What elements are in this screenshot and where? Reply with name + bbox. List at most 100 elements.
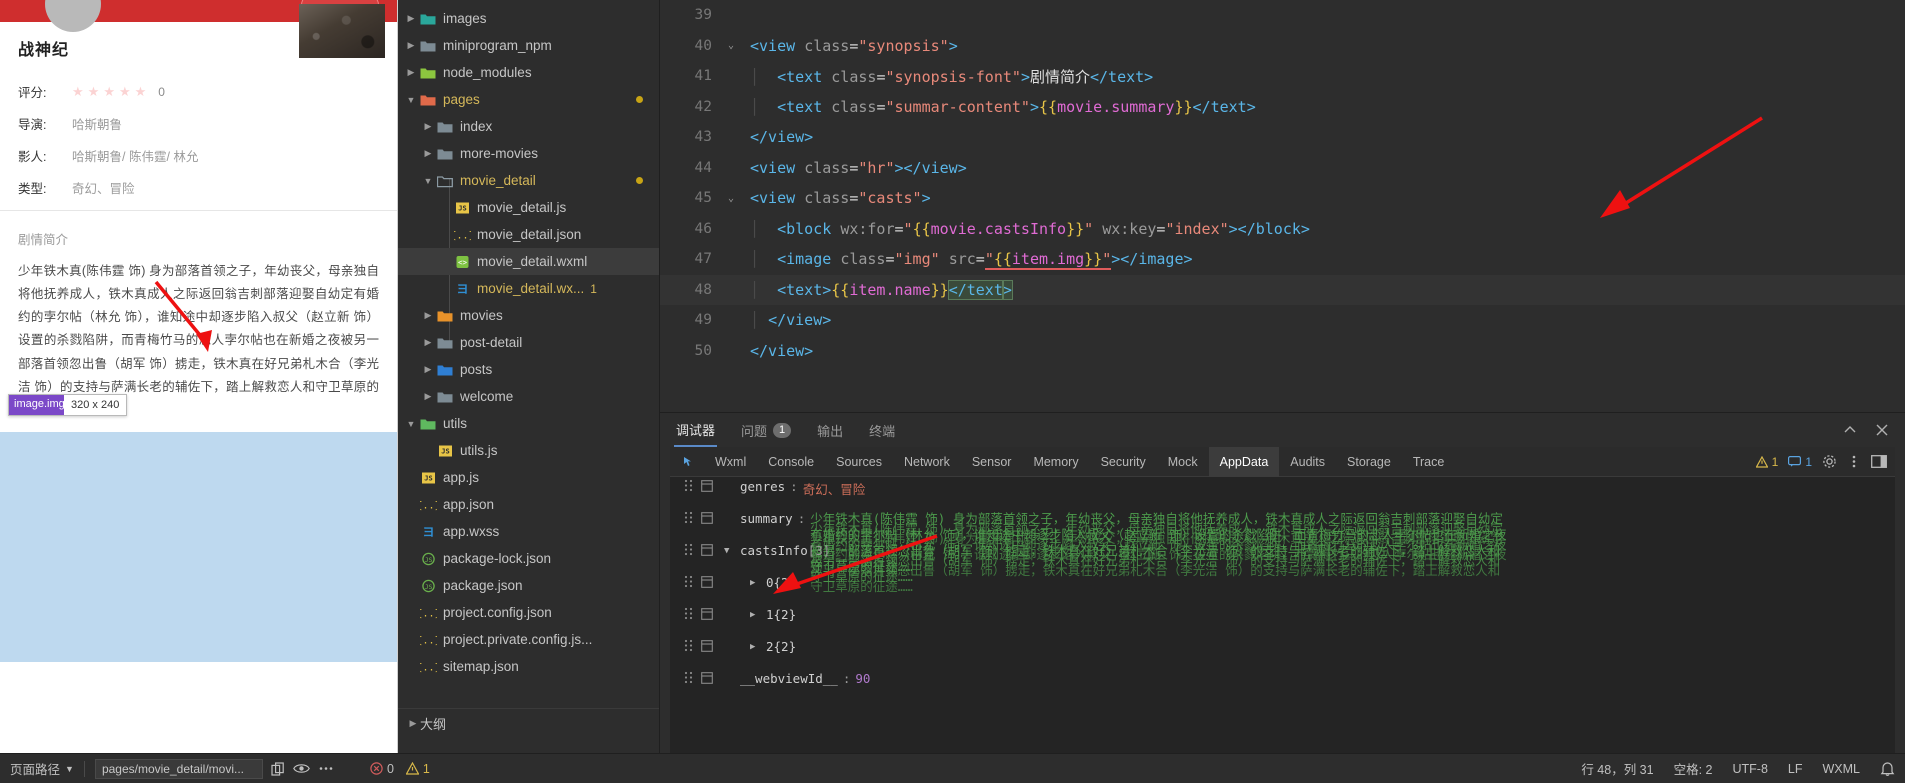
edit-value-icon[interactable] xyxy=(701,511,713,524)
appdata-row-controls[interactable] xyxy=(670,511,718,524)
inspect-element-icon[interactable] xyxy=(674,455,704,469)
chevron-right-icon[interactable]: ▶ xyxy=(421,364,435,375)
appdata-row[interactable]: __webviewId__:90 xyxy=(670,671,1895,703)
appdata-tree[interactable]: genres: 奇幻、冒险 summary: 少年铁木真(陈伟霆 饰) 身为部落首领… xyxy=(670,477,1895,773)
file-tree-item-utils[interactable]: ▼ utils xyxy=(398,410,659,437)
file-tree-item-more-movies[interactable]: ▶ more-movies xyxy=(398,140,659,167)
chevron-right-icon[interactable]: ▶ xyxy=(421,310,435,321)
file-tree-item-project-private-config-js-[interactable]: {..} project.private.config.js... xyxy=(398,626,659,653)
file-tree-item-post-detail[interactable]: ▶ post-detail xyxy=(398,329,659,356)
page-path-input[interactable] xyxy=(94,758,263,779)
ellipsis-icon[interactable] xyxy=(318,762,334,775)
drag-handle-icon[interactable] xyxy=(684,575,693,588)
notifications-button[interactable] xyxy=(1870,754,1905,783)
edit-value-icon[interactable] xyxy=(701,543,713,556)
chevron-down-icon[interactable]: ▼ xyxy=(421,176,435,186)
appdata-row[interactable]: ▶ 2 {2} xyxy=(670,639,1895,671)
file-tree-item-movie-detail-wxml[interactable]: <> movie_detail.wxml xyxy=(398,248,659,275)
appdata-row[interactable]: genres: 奇幻、冒险 xyxy=(670,479,1895,511)
tab-problems[interactable]: 问题 1 xyxy=(739,413,793,447)
edit-value-icon[interactable] xyxy=(701,671,713,684)
devtools-tab-appdata[interactable]: AppData xyxy=(1208,447,1280,477)
indentation-setting[interactable]: 空格: 2 xyxy=(1664,754,1723,783)
drag-handle-icon[interactable] xyxy=(684,639,693,652)
file-tree-item-node-modules[interactable]: ▶ node_modules xyxy=(398,59,659,86)
drag-handle-icon[interactable] xyxy=(684,671,693,684)
devtools-tab-trace[interactable]: Trace xyxy=(1402,447,1456,477)
fold-toggle[interactable]: ⌄ xyxy=(722,193,740,204)
chevron-up-icon[interactable] xyxy=(1843,423,1857,437)
file-explorer-panel[interactable]: ▶ images ▶ miniprogram_npm ▶ node_modules ▼ pag… xyxy=(398,0,660,783)
appdata-row-controls[interactable] xyxy=(670,671,718,684)
code-line[interactable]: 50 </view> xyxy=(660,336,1905,367)
tab-terminal[interactable]: 终端 xyxy=(867,413,897,447)
code-editor[interactable]: 39 40 ⌄ <view class="synopsis"> 41 │ <te… xyxy=(660,0,1905,412)
eye-icon[interactable] xyxy=(293,762,310,775)
file-tree-list[interactable]: ▶ images ▶ miniprogram_npm ▶ node_modules ▼ pag… xyxy=(398,5,659,680)
file-tree-item-movie-detail-json[interactable]: {..} movie_detail.json xyxy=(398,221,659,248)
devtools-tab-list[interactable]: Wxml Console Sources Network Sensor Memory Sec… xyxy=(704,447,1455,477)
debugger-tabbar[interactable]: 调试器 问题 1 输出 终端 xyxy=(660,413,1905,447)
gear-icon[interactable] xyxy=(1822,454,1837,469)
edit-value-icon[interactable] xyxy=(701,639,713,652)
devtools-tabbar[interactable]: Wxml Console Sources Network Sensor Memory Sec… xyxy=(670,447,1895,477)
devtools-tab-memory[interactable]: Memory xyxy=(1022,447,1089,477)
code-line[interactable]: 47 │ <image class="img" src="{{item.img}… xyxy=(660,244,1905,275)
chevron-down-icon[interactable]: ▼ xyxy=(724,543,740,556)
file-tree-item-app-wxss[interactable]: ヨ app.wxss xyxy=(398,518,659,545)
appdata-row-controls[interactable] xyxy=(670,479,718,492)
devtools-tab-console[interactable]: Console xyxy=(757,447,825,477)
chevron-right-icon[interactable]: ▶ xyxy=(750,639,766,652)
warning-status[interactable]: 1 xyxy=(405,762,430,776)
outline-section-header[interactable]: ▶ 大纲 xyxy=(398,708,659,738)
file-tree-item-package-lock-json[interactable]: JS package-lock.json xyxy=(398,545,659,572)
chevron-right-icon[interactable]: ▶ xyxy=(421,148,435,159)
drag-handle-icon[interactable] xyxy=(684,543,693,556)
file-tree-item-welcome[interactable]: ▶ welcome xyxy=(398,383,659,410)
chevron-right-icon[interactable]: ▶ xyxy=(421,391,435,402)
devtools-tab-actions[interactable]: 1 1 xyxy=(1755,454,1895,469)
code-line[interactable]: 41 │ <text class="synopsis-font">剧情简介</t… xyxy=(660,61,1905,92)
code-line[interactable]: 40 ⌄ <view class="synopsis"> xyxy=(660,31,1905,62)
cursor-position[interactable]: 行 48，列 31 xyxy=(1571,754,1663,783)
file-tree-item-movie-detail-wx-[interactable]: ヨ movie_detail.wx... 1 xyxy=(398,275,659,302)
chevron-right-icon[interactable]: ▶ xyxy=(421,337,435,348)
file-tree-item-index[interactable]: ▶ index xyxy=(398,113,659,140)
message-indicator[interactable]: 1 xyxy=(1788,455,1812,469)
file-tree-item-utils-js[interactable]: JS utils.js xyxy=(398,437,659,464)
chevron-down-icon[interactable]: ▼ xyxy=(404,419,418,429)
file-tree-item-movies[interactable]: ▶ movies xyxy=(398,302,659,329)
file-tree-item-project-config-json[interactable]: {..} project.config.json xyxy=(398,599,659,626)
file-tree-item-miniprogram-npm[interactable]: ▶ miniprogram_npm xyxy=(398,32,659,59)
devtools-tab-mock[interactable]: Mock xyxy=(1157,447,1209,477)
close-icon[interactable] xyxy=(1875,423,1889,437)
edit-value-icon[interactable] xyxy=(701,607,713,620)
copy-icon[interactable] xyxy=(271,761,285,776)
drag-handle-icon[interactable] xyxy=(684,607,693,620)
page-path-selector[interactable]: 页面路径 ▼ xyxy=(0,754,84,783)
encoding-setting[interactable]: UTF-8 xyxy=(1722,754,1777,783)
devtools-tab-audits[interactable]: Audits xyxy=(1279,447,1336,477)
devtools-tab-sensor[interactable]: Sensor xyxy=(961,447,1023,477)
casts-selection-overlay[interactable]: image.img 320 x 240 xyxy=(0,393,397,662)
file-tree-item-app-js[interactable]: JS app.js xyxy=(398,464,659,491)
chevron-right-icon[interactable]: ▶ xyxy=(421,121,435,132)
eol-setting[interactable]: LF xyxy=(1778,754,1813,783)
file-tree-item-movie-detail-js[interactable]: JS movie_detail.js xyxy=(398,194,659,221)
chevron-right-icon[interactable]: ▶ xyxy=(750,575,766,588)
tab-debugger[interactable]: 调试器 xyxy=(674,413,718,447)
kebab-menu-icon[interactable] xyxy=(1847,454,1861,469)
devtools-tab-storage[interactable]: Storage xyxy=(1336,447,1402,477)
file-tree-item-images[interactable]: ▶ images xyxy=(398,5,659,32)
chevron-right-icon[interactable]: ▶ xyxy=(404,40,418,51)
file-tree-item-app-json[interactable]: {..} app.json xyxy=(398,491,659,518)
edit-value-icon[interactable] xyxy=(701,575,713,588)
appdata-row[interactable]: ▶ 1 {2} xyxy=(670,607,1895,639)
warning-indicator[interactable]: 1 xyxy=(1755,455,1778,469)
file-tree-item-sitemap-json[interactable]: {..} sitemap.json xyxy=(398,653,659,680)
tab-output[interactable]: 输出 xyxy=(815,413,845,447)
chevron-right-icon[interactable]: ▶ xyxy=(404,13,418,24)
drag-handle-icon[interactable] xyxy=(684,511,693,524)
fold-toggle[interactable]: ⌄ xyxy=(722,40,740,51)
devtools-tab-network[interactable]: Network xyxy=(893,447,961,477)
